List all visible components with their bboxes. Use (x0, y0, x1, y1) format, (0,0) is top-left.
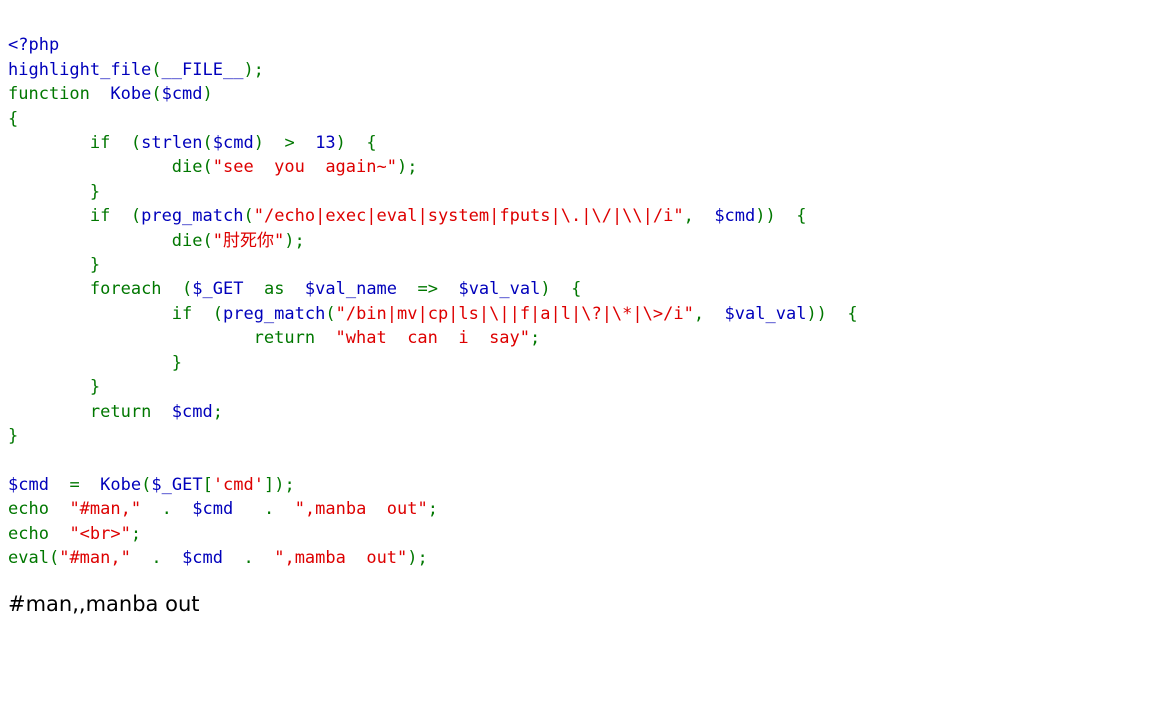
keyword-eval: eval (8, 547, 49, 568)
code-line: if (preg_match("/bin|mv|cp|ls|\||f|a|l|\… (171, 303, 858, 324)
regex-blacklist-commands: "/bin|mv|cp|ls|\||f|a|l|\?|\*|\>/i" (335, 303, 694, 324)
string-key-cmd: 'cmd' (212, 474, 264, 495)
string-man-prefix: "#man," (59, 547, 131, 568)
string-zhousini: "肘死你" (212, 230, 285, 251)
string-mamba-out: ",mamba out" (274, 547, 408, 568)
code-line: if (strlen($cmd) > 13) { (89, 133, 377, 154)
code-line: eval("#man," . $cmd . ",mamba out"); (8, 547, 428, 568)
code-line: } (89, 255, 101, 276)
function-call-preg-match: preg_match (222, 303, 326, 324)
keyword-die: die (171, 230, 203, 251)
code-line: } (89, 377, 101, 398)
keyword-echo: echo (8, 499, 49, 520)
keyword-as: as (263, 279, 285, 300)
code-line: $cmd = Kobe($_GET['cmd']); (8, 474, 295, 495)
function-name-kobe: Kobe (110, 84, 152, 105)
code-line: die("肘死你"); (171, 230, 305, 251)
code-line: } (89, 181, 101, 202)
function-call-strlen: strlen (141, 133, 203, 154)
string-manba-out: ",manba out" (294, 499, 428, 520)
code-line: return $cmd; (89, 401, 223, 422)
regex-blacklist-functions: "/echo|exec|eval|system|fputs|\.|\/|\\|/… (253, 206, 684, 227)
superglobal-get: $_GET (151, 474, 203, 495)
code-line: die("see you again~"); (171, 157, 418, 178)
keyword-return: return (89, 401, 152, 422)
php-open-tag: <?php (8, 35, 60, 56)
string-see-you-again: "see you again~" (212, 157, 397, 178)
code-line: } (8, 425, 19, 446)
keyword-echo: echo (8, 523, 49, 544)
function-call-kobe: Kobe (100, 474, 142, 495)
keyword-return: return (253, 328, 316, 349)
code-line: echo "<br>"; (8, 523, 142, 544)
code-line: } (171, 352, 183, 373)
keyword-if: if (89, 206, 111, 227)
code-line: foreach ($_GET as $val_name => $val_val)… (89, 279, 582, 300)
string-man-prefix: "#man," (69, 499, 142, 520)
keyword-if: if (89, 133, 111, 154)
variable-cmd: $cmd (8, 474, 49, 495)
code-line: function Kobe($cmd) (8, 84, 213, 105)
code-line: highlight_file(__FILE__); (8, 59, 264, 80)
keyword-die: die (171, 157, 203, 178)
code-line: return "what can i say"; (253, 328, 541, 349)
string-br-tag: "<br>" (69, 523, 131, 544)
keyword-if: if (171, 303, 193, 324)
function-call-preg-match: preg_match (141, 206, 244, 227)
code-line: if (preg_match("/echo|exec|eval|system|f… (89, 206, 807, 227)
program-output-text: #man,,manba out (8, 592, 200, 617)
code-line: { (8, 108, 19, 129)
function-call-highlight-file: highlight_file (8, 59, 152, 80)
string-what-can-i-say: "what can i say" (335, 328, 531, 349)
php-source-code-block: <?php highlight_file(__FILE__); function K… (0, 0, 1175, 570)
code-line: <?php (8, 33, 1175, 57)
code-line: echo "#man," . $cmd . ",manba out"; (8, 499, 438, 520)
keyword-function: function (8, 84, 90, 105)
superglobal-get: $_GET (192, 279, 244, 300)
keyword-foreach: foreach (89, 279, 162, 300)
